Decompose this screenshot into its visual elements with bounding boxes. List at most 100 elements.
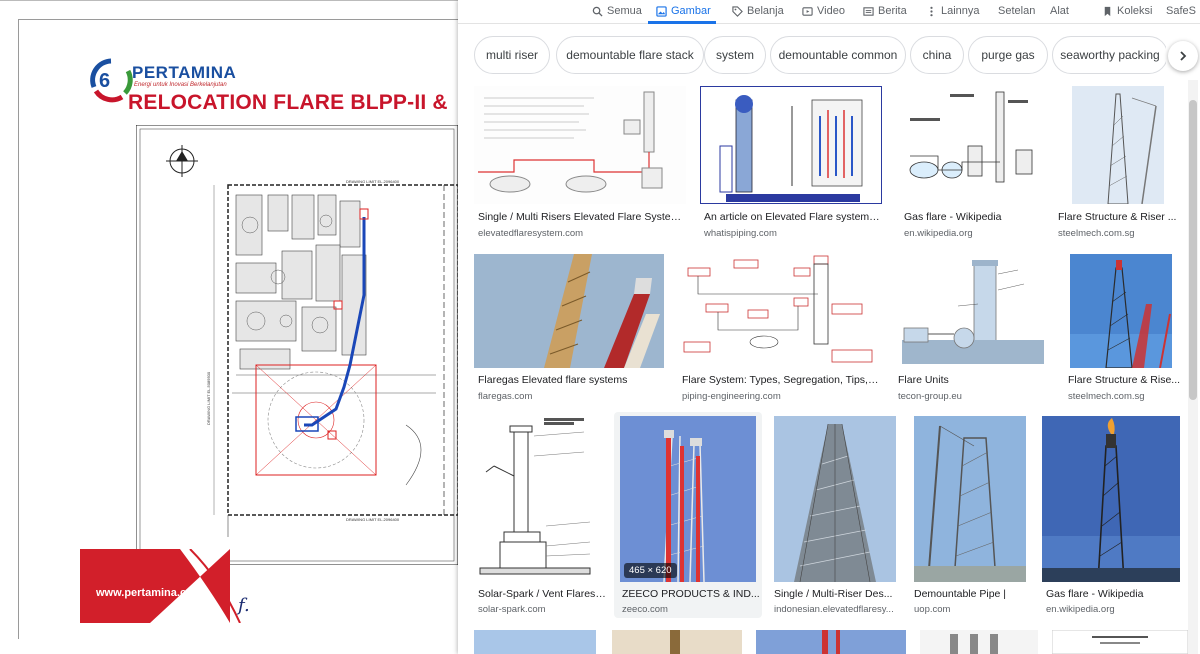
more-vertical-icon (930, 6, 933, 16)
result-thumbnail[interactable] (1070, 254, 1172, 368)
result-thumbnail-partial[interactable] (756, 630, 906, 654)
result-thumbnail[interactable] (474, 254, 664, 368)
result-tile[interactable]: Solar-Spark / Vent Flares ... solar-spar… (474, 416, 608, 616)
chip-demountable-common[interactable]: demountable common (770, 36, 906, 74)
nav-video[interactable]: Video (802, 0, 845, 22)
result-thumbnail[interactable] (700, 86, 882, 204)
nav-label: Semua (607, 5, 642, 17)
chip-china[interactable]: china (910, 36, 964, 74)
result-thumbnail[interactable] (474, 416, 606, 582)
result-caption[interactable]: Demountable Pipe | (914, 588, 1032, 600)
chips-next-button[interactable] (1166, 36, 1200, 76)
result-source[interactable]: whatispiping.com (704, 228, 880, 239)
result-source[interactable]: zeeco.com (622, 604, 760, 615)
result-caption[interactable]: An article on Elevated Flare systems: ..… (704, 211, 880, 223)
result-thumbnail[interactable] (904, 86, 1042, 204)
result-caption[interactable]: ZEECO PRODUCTS & IND... (622, 588, 760, 600)
result-tile[interactable]: Single / Multi-Riser Des... indonesian.e… (770, 416, 898, 616)
signature: f. (238, 595, 250, 616)
search-icon (592, 6, 603, 17)
chip-demountable-flare-stack[interactable]: demountable flare stack (556, 36, 704, 74)
result-thumbnail-partial[interactable] (612, 630, 742, 654)
related-chips: multi riser demountable flare stack syst… (458, 36, 1200, 76)
nav-semua[interactable]: Semua (592, 0, 642, 22)
result-thumbnail[interactable]: 465 × 620 (620, 416, 756, 582)
tag-icon (732, 5, 743, 17)
result-thumbnail[interactable] (678, 254, 882, 368)
result-source[interactable]: steelmech.com.sg (1068, 391, 1186, 402)
result-caption[interactable]: Flaregas Elevated flare systems (478, 374, 664, 386)
scrollbar-thumb[interactable] (1189, 100, 1197, 400)
result-thumbnail-partial[interactable] (474, 630, 596, 654)
nav-alat[interactable]: Alat (1050, 0, 1069, 22)
result-source[interactable]: flaregas.com (478, 391, 664, 402)
result-tile[interactable]: Flare Structure & Riser ... steelmech.co… (1054, 86, 1188, 246)
nav-gambar[interactable]: Gambar (656, 0, 711, 22)
result-caption[interactable]: Single / Multi Risers Elevated Flare Sys… (478, 211, 684, 223)
result-caption[interactable]: Single / Multi-Riser Des... (774, 588, 896, 600)
result-source[interactable]: en.wikipedia.org (1046, 604, 1186, 615)
result-thumbnail[interactable] (1042, 416, 1180, 582)
result-source[interactable]: elevatedflaresystem.com (478, 228, 684, 239)
nav-lainnya[interactable]: Lainnya (926, 0, 980, 22)
banner-swoosh (150, 549, 241, 623)
result-caption[interactable]: Flare Structure & Riser ... (1058, 211, 1186, 223)
result-caption[interactable]: Flare System: Types, Segregation, Tips, … (682, 374, 880, 386)
drawing-label-side: DRAWING LIMIT EL.5089500 (206, 371, 211, 425)
nav-label: SafeS (1166, 5, 1196, 17)
result-caption[interactable]: Flare Units (898, 374, 1048, 386)
result-tile[interactable]: Flaregas Elevated flare systems flaregas… (474, 254, 666, 408)
result-tile-hovered[interactable]: 465 × 620 ZEECO PRODUCTS & IND... zeeco.… (614, 412, 762, 618)
result-tile[interactable]: Flare Structure & Rise... steelmech.com.… (1064, 254, 1188, 408)
brand-name: PERTAMINA (132, 63, 237, 82)
chip-seaworthy-packing[interactable]: seaworthy packing (1052, 36, 1168, 74)
result-thumbnail-partial[interactable] (920, 630, 1038, 654)
chip-purge-gas[interactable]: purge gas (968, 36, 1048, 74)
nav-berita[interactable]: Berita (863, 0, 907, 22)
result-caption[interactable]: Gas flare - Wikipedia (904, 211, 1044, 223)
result-source[interactable]: solar-spark.com (478, 604, 606, 615)
result-tile[interactable]: Gas flare - Wikipedia en.wikipedia.org (1042, 416, 1188, 616)
result-tile[interactable]: Single / Multi Risers Elevated Flare Sys… (474, 86, 686, 246)
result-tile[interactable]: Demountable Pipe | uop.com (912, 416, 1034, 616)
nav-belanja[interactable]: Belanja (732, 0, 784, 22)
nav-setelan[interactable]: Setelan (998, 0, 1035, 22)
newspaper-icon (863, 6, 874, 16)
result-source[interactable]: uop.com (914, 604, 1032, 615)
nav-label: Setelan (998, 5, 1036, 17)
chevron-right-icon (1168, 41, 1198, 71)
nav-label: Belanja (747, 5, 784, 17)
result-thumbnail[interactable] (914, 416, 1026, 582)
result-source[interactable]: steelmech.com.sg (1058, 228, 1186, 239)
result-tile[interactable]: Flare System: Types, Segregation, Tips, … (678, 254, 882, 408)
chip-system[interactable]: system (704, 36, 766, 74)
result-thumbnail[interactable] (474, 86, 686, 204)
nav-label: Koleksi (1117, 5, 1153, 17)
result-thumbnail[interactable] (1072, 86, 1164, 204)
result-thumbnail-partial[interactable] (1052, 630, 1188, 654)
result-thumbnail[interactable] (774, 416, 896, 582)
result-tile[interactable]: Flare Units tecon-group.eu (894, 254, 1050, 408)
result-source[interactable]: tecon-group.eu (898, 391, 1048, 402)
result-caption[interactable]: Flare Structure & Rise... (1068, 374, 1186, 386)
result-caption[interactable]: Gas flare - Wikipedia (1046, 588, 1186, 600)
search-nav-bar: Semua Gambar Belanja Video Berita Lainny… (458, 0, 1200, 24)
result-source[interactable]: indonesian.elevatedflaresy... (774, 604, 896, 615)
result-thumbnail[interactable] (898, 254, 1048, 368)
nav-label: Video (817, 5, 845, 17)
brand-tagline: Energi untuk Inovasi Berkelanjutan (134, 82, 227, 88)
nav-safesearch[interactable]: SafeS (1166, 0, 1196, 22)
plot-plan-drawing: DRAWING LIMIT EL.2096400 DRAWING LIMIT E… (136, 125, 458, 565)
chip-multi-riser[interactable]: multi riser (474, 36, 550, 74)
document-title: RELOCATION FLARE BLPP-II & (128, 91, 448, 114)
result-caption[interactable]: Solar-Spark / Vent Flares ... (478, 588, 606, 600)
document-preview: 6 PERTAMINA Energi untuk Inovasi Berkela… (0, 0, 458, 654)
result-tile[interactable]: Gas flare - Wikipedia en.wikipedia.org (900, 86, 1046, 246)
active-tab-indicator (648, 21, 716, 24)
result-source[interactable]: piping-engineering.com (682, 391, 880, 402)
nav-koleksi[interactable]: Koleksi (1102, 0, 1152, 22)
result-tile[interactable]: An article on Elevated Flare systems: ..… (700, 86, 882, 246)
nav-label: Alat (1050, 5, 1069, 17)
result-source[interactable]: en.wikipedia.org (904, 228, 1044, 239)
bookmark-icon (1104, 6, 1111, 16)
